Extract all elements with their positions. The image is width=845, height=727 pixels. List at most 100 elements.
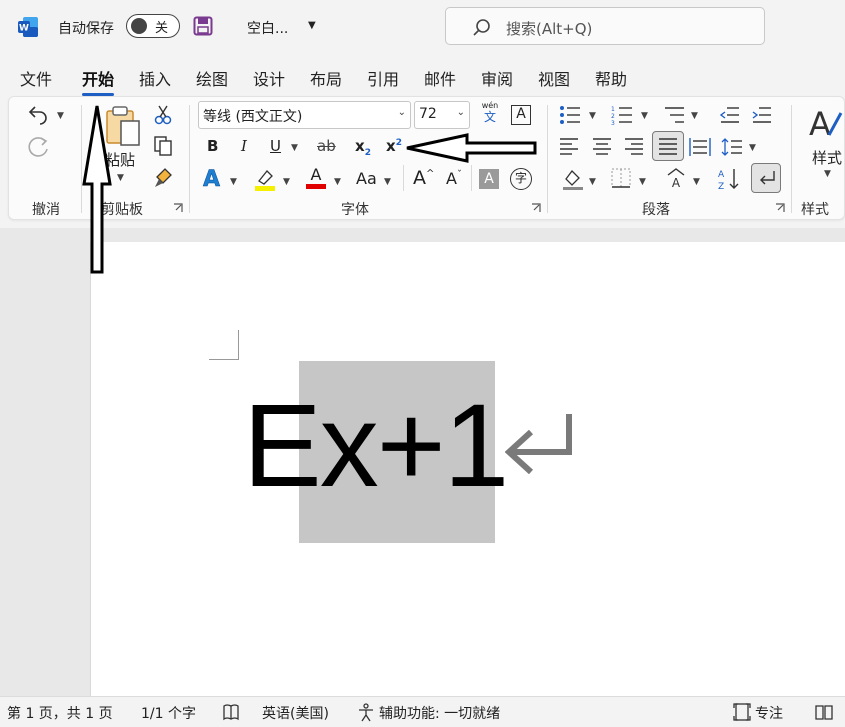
strikethrough-button[interactable]: ab (317, 137, 336, 155)
shading-icon[interactable] (561, 167, 585, 191)
styles-button-label[interactable]: 样式 (812, 147, 842, 168)
clipboard-launcher-icon[interactable] (173, 203, 183, 213)
line-spacing-icon[interactable] (721, 137, 743, 157)
search-box[interactable]: 搜索(Alt+Q) (445, 7, 765, 45)
tab-insert[interactable]: 插入 (139, 66, 171, 90)
font-color-button[interactable]: A (305, 165, 327, 189)
accessibility-status[interactable]: 辅助功能: 一切就绪 (379, 703, 500, 723)
document-title[interactable]: 空白... (247, 18, 288, 38)
show-marks-button[interactable] (751, 163, 781, 193)
sort-icon[interactable]: AZ (717, 167, 741, 191)
asian-layout-dropdown-icon[interactable]: ▼ (693, 177, 700, 187)
italic-button[interactable]: I (241, 137, 247, 155)
bold-button[interactable]: B (207, 137, 218, 155)
numbering-icon[interactable]: 123 (611, 105, 633, 125)
focus-mode-label[interactable]: 专注 (755, 703, 783, 723)
page-count[interactable]: 第 1 页，共 1 页 (7, 703, 113, 723)
chevron-down-icon[interactable]: ▼ (308, 20, 316, 31)
group-label-styles: 样式 (801, 202, 829, 218)
tab-file[interactable]: 文件 (20, 66, 52, 90)
search-icon (473, 19, 490, 36)
focus-icon[interactable] (733, 703, 751, 721)
tab-review[interactable]: 审阅 (481, 66, 513, 90)
group-separator (547, 105, 548, 213)
tab-home[interactable]: 开始 (82, 66, 115, 96)
tab-help[interactable]: 帮助 (595, 66, 627, 90)
document-text[interactable]: Ex+1 (243, 376, 509, 516)
highlight-icon[interactable] (253, 167, 277, 191)
line-spacing-dropdown-icon[interactable]: ▼ (749, 143, 756, 153)
svg-text:W: W (19, 24, 29, 34)
font-size-select[interactable]: 72 ⌄ (414, 101, 470, 129)
tab-layout[interactable]: 布局 (310, 66, 342, 90)
multilevel-list-icon[interactable] (663, 105, 685, 125)
svg-text:1: 1 (611, 106, 615, 113)
language-indicator[interactable]: 英语(美国) (262, 703, 329, 723)
autosave-toggle[interactable]: 关 (126, 14, 180, 38)
group-label-font: 字体 (341, 202, 369, 218)
distributed-icon[interactable] (689, 137, 711, 157)
shrink-font-button[interactable]: Aˇ (446, 169, 462, 188)
annotation-arrow-up-icon (82, 105, 112, 274)
bullets-dropdown-icon[interactable]: ▼ (589, 111, 596, 121)
format-painter-icon[interactable] (153, 167, 175, 189)
svg-text:Z: Z (718, 182, 724, 191)
bullets-icon[interactable] (559, 105, 581, 125)
undo-icon[interactable] (27, 103, 51, 125)
undo-dropdown-icon[interactable]: ▼ (57, 111, 64, 121)
svg-text:A: A (809, 105, 831, 141)
text-effects-button[interactable]: A (203, 167, 221, 193)
decrease-indent-icon[interactable] (719, 105, 739, 125)
copy-icon[interactable] (153, 135, 173, 157)
asian-layout-icon[interactable]: A (664, 167, 688, 191)
change-case-dropdown-icon[interactable]: ▼ (384, 177, 391, 187)
align-left-icon[interactable] (559, 137, 579, 155)
accessibility-icon[interactable] (356, 702, 376, 722)
align-right-icon[interactable] (624, 137, 644, 155)
tab-design[interactable]: 设计 (253, 66, 285, 90)
font-name-value: 等线 (西文正文) (203, 109, 303, 125)
cut-icon[interactable] (154, 105, 172, 125)
enclose-characters-button[interactable]: 字 (510, 168, 532, 190)
paragraph-launcher-icon[interactable] (775, 203, 785, 213)
character-shading-button[interactable]: A (479, 169, 499, 189)
increase-indent-icon[interactable] (751, 105, 771, 125)
character-border-button[interactable]: A (511, 105, 531, 125)
tab-mailings[interactable]: 邮件 (424, 66, 456, 90)
underline-button[interactable]: U (270, 137, 281, 155)
change-case-button[interactable]: Aa (356, 169, 377, 188)
text-effects-dropdown-icon[interactable]: ▼ (230, 177, 237, 187)
font-size-value: 72 (419, 106, 437, 122)
subscript-x: x (355, 137, 365, 155)
read-mode-icon[interactable] (815, 703, 833, 721)
justify-button[interactable] (652, 131, 684, 161)
numbering-dropdown-icon[interactable]: ▼ (641, 111, 648, 121)
proofing-book-icon[interactable] (222, 703, 240, 721)
styles-icon[interactable]: A (807, 105, 845, 141)
shading-dropdown-icon[interactable]: ▼ (589, 177, 596, 187)
autosave-label: 自动保存 (58, 21, 114, 37)
phonetic-guide-button[interactable]: wén 文 (479, 101, 501, 127)
multilevel-dropdown-icon[interactable]: ▼ (691, 111, 698, 121)
subscript-mark: 2 (364, 148, 371, 158)
styles-dropdown-icon[interactable]: ▼ (824, 169, 831, 179)
align-center-icon[interactable] (592, 137, 612, 155)
borders-dropdown-icon[interactable]: ▼ (639, 177, 646, 187)
highlight-dropdown-icon[interactable]: ▼ (283, 177, 290, 187)
font-launcher-icon[interactable] (531, 203, 541, 213)
save-icon[interactable] (193, 16, 213, 36)
tab-references[interactable]: 引用 (367, 66, 399, 90)
grow-font-button[interactable]: A^ (413, 167, 434, 189)
subscript-button[interactable]: x2 (355, 137, 371, 158)
borders-icon[interactable] (610, 167, 632, 189)
tab-view[interactable]: 视图 (538, 66, 570, 90)
tab-draw[interactable]: 绘图 (196, 66, 228, 90)
paste-dropdown-icon[interactable]: ▼ (117, 173, 124, 183)
search-placeholder: 搜索(Alt+Q) (506, 20, 593, 38)
superscript-button[interactable]: x2 (386, 137, 402, 155)
redo-icon[interactable] (27, 135, 51, 159)
underline-dropdown-icon[interactable]: ▼ (291, 143, 298, 153)
font-color-dropdown-icon[interactable]: ▼ (334, 177, 341, 187)
font-name-select[interactable]: 等线 (西文正文) ⌄ (198, 101, 411, 129)
word-count[interactable]: 1/1 个字 (141, 703, 196, 723)
